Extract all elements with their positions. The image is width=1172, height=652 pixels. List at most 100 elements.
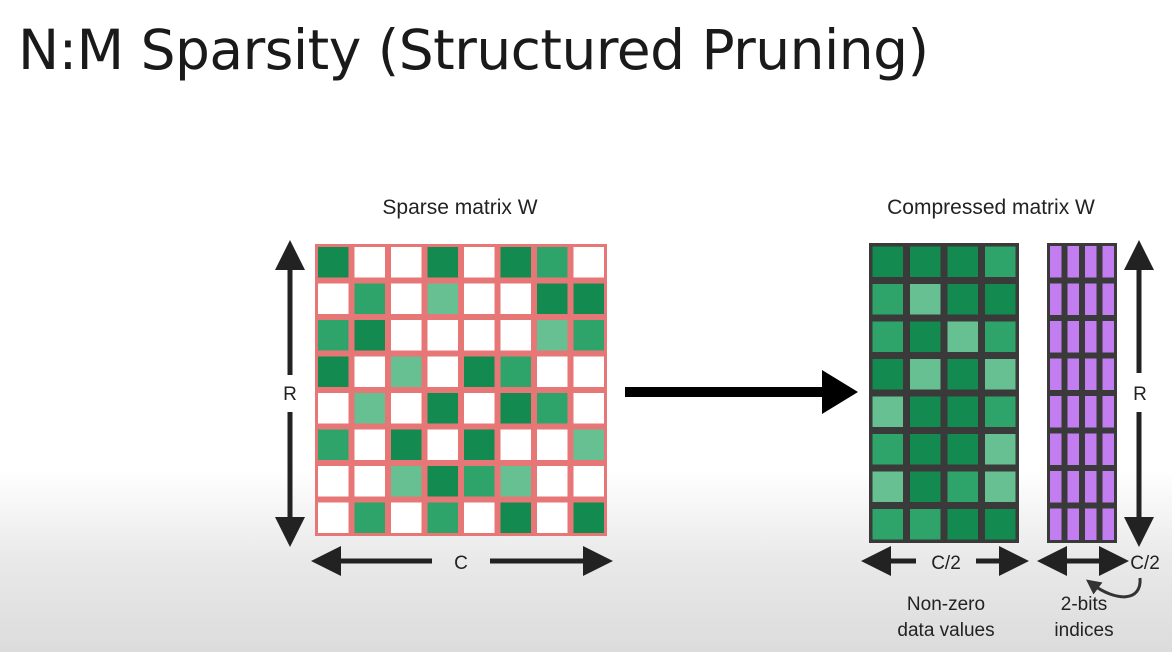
- index-cell: [1067, 508, 1079, 540]
- sparse-cell: [427, 466, 458, 497]
- index-cell: [1102, 471, 1114, 503]
- sparse-cell: [573, 283, 604, 314]
- compressed-cell: [910, 471, 941, 502]
- index-cell: [1085, 433, 1097, 465]
- index-cell: [1067, 471, 1079, 503]
- compressed-cell: [872, 246, 903, 277]
- index-cell: [1067, 358, 1079, 390]
- sparse-cell: [354, 320, 385, 351]
- sparse-cell: [427, 502, 458, 533]
- sparse-cell: [427, 283, 458, 314]
- sparse-cell: [500, 283, 531, 314]
- sparse-cell: [537, 429, 568, 460]
- sparse-cell: [318, 320, 349, 351]
- index-cell: [1067, 283, 1079, 315]
- sparse-cell: [354, 502, 385, 533]
- index-cell: [1102, 433, 1114, 465]
- compressed-cell: [985, 284, 1016, 315]
- compressed-cell: [985, 434, 1016, 465]
- sparse-cell: [354, 247, 385, 278]
- sparse-cell: [500, 466, 531, 497]
- index-cell: [1050, 358, 1062, 390]
- sparse-cell: [573, 466, 604, 497]
- sparse-cell: [464, 356, 495, 387]
- sparse-matrix-label: Sparse matrix W: [382, 196, 537, 219]
- sparse-cell: [537, 466, 568, 497]
- values-col-label: C/2: [931, 553, 961, 574]
- sparse-cell: [318, 247, 349, 278]
- index-cell: [1050, 283, 1062, 315]
- index-cell: [1085, 358, 1097, 390]
- compressed-cell: [910, 396, 941, 427]
- indices-col-label: C/2: [1130, 553, 1160, 574]
- sparse-cell: [500, 393, 531, 424]
- index-cell: [1050, 396, 1062, 428]
- compressed-cell: [910, 359, 941, 390]
- index-cell: [1067, 433, 1079, 465]
- index-cell: [1102, 246, 1114, 278]
- sparse-cell: [427, 320, 458, 351]
- sparse-cell: [573, 502, 604, 533]
- index-cell: [1102, 508, 1114, 540]
- sparse-cell: [537, 320, 568, 351]
- sparse-cell: [537, 356, 568, 387]
- sparse-cell: [537, 502, 568, 533]
- sparse-cell: [464, 320, 495, 351]
- index-cell: [1085, 283, 1097, 315]
- compression-arrow: [625, 370, 858, 414]
- sparse-cell: [537, 283, 568, 314]
- index-cell: [1050, 508, 1062, 540]
- sparse-col-label: C: [454, 553, 468, 574]
- compressed-cell: [872, 434, 903, 465]
- compressed-cell: [910, 434, 941, 465]
- sparse-cell: [354, 283, 385, 314]
- sparse-cell: [391, 502, 422, 533]
- compressed-cell: [985, 396, 1016, 427]
- index-cell: [1067, 246, 1079, 278]
- index-cell: [1102, 358, 1114, 390]
- indices-caption-line1: 2-bits: [1061, 594, 1107, 615]
- values-caption-line1: Non-zero: [907, 594, 985, 615]
- compressed-cell: [985, 471, 1016, 502]
- pruning-diagram: Sparse matrix W Compressed matrix W R C …: [275, 196, 1160, 641]
- compressed-cell: [947, 359, 978, 390]
- values-caption-line2: data values: [897, 620, 994, 641]
- sparse-cell: [464, 393, 495, 424]
- compressed-cell: [985, 321, 1016, 352]
- sparse-cell: [464, 429, 495, 460]
- index-cell: [1050, 246, 1062, 278]
- compressed-cell: [872, 396, 903, 427]
- compressed-cell: [910, 284, 941, 315]
- sparse-matrix: [315, 244, 607, 536]
- compressed-cell: [947, 471, 978, 502]
- sparse-cell: [318, 283, 349, 314]
- sparse-cell: [391, 429, 422, 460]
- compressed-values-matrix: [869, 243, 1019, 543]
- index-cell: [1050, 471, 1062, 503]
- sparse-cell: [427, 356, 458, 387]
- index-cell: [1085, 396, 1097, 428]
- index-cell: [1085, 471, 1097, 503]
- sparse-cell: [500, 502, 531, 533]
- compressed-cell: [985, 246, 1016, 277]
- index-cell: [1085, 321, 1097, 353]
- compressed-cell: [947, 321, 978, 352]
- sparse-cell: [500, 247, 531, 278]
- sparse-cell: [573, 247, 604, 278]
- sparse-cell: [573, 393, 604, 424]
- sparse-cell: [537, 247, 568, 278]
- compressed-cell: [910, 509, 941, 540]
- index-cell: [1102, 396, 1114, 428]
- sparse-cell: [500, 429, 531, 460]
- compressed-cell: [947, 246, 978, 277]
- sparse-cell: [391, 247, 422, 278]
- sparse-cell: [318, 429, 349, 460]
- sparse-cell: [427, 247, 458, 278]
- sparse-cell: [318, 356, 349, 387]
- compressed-cell: [872, 471, 903, 502]
- sparse-cell: [391, 283, 422, 314]
- compressed-row-label: R: [1133, 384, 1147, 405]
- compressed-cell: [985, 359, 1016, 390]
- compressed-cell: [910, 246, 941, 277]
- index-cell: [1085, 508, 1097, 540]
